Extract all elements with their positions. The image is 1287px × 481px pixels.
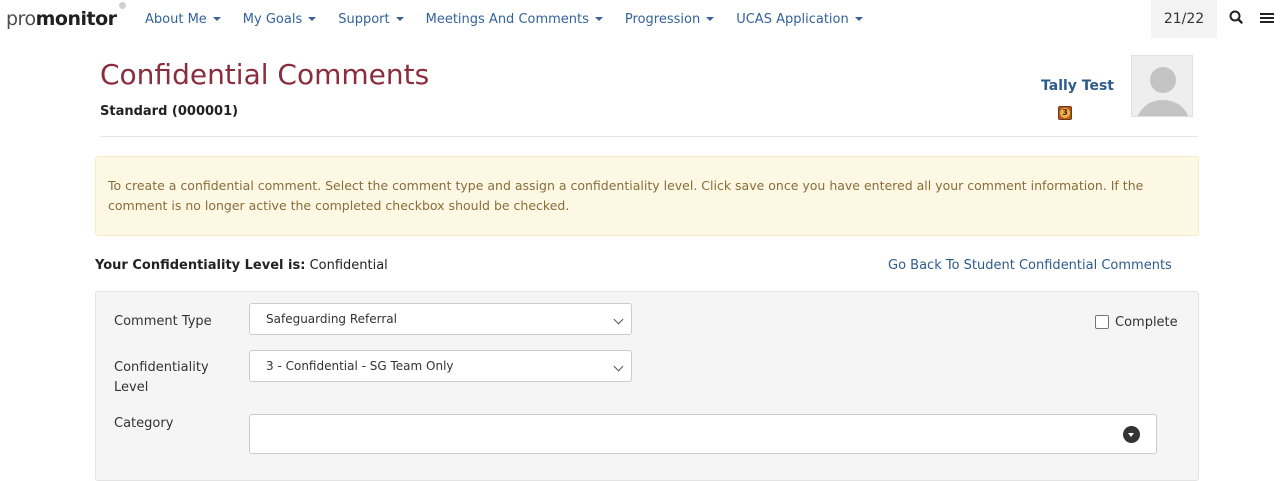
menu-icon[interactable] [1258,8,1278,28]
nav-item-label: My Goals [242,12,303,27]
comment-type-label: Comment Type [114,314,212,329]
comment-type-select[interactable]: Safeguarding Referral [249,303,632,335]
logo-dot-icon [119,2,126,9]
category-multiselect[interactable] [249,414,1157,454]
caret-down-icon [854,16,863,21]
nav-item-about-me[interactable]: About Me [145,11,221,29]
complete-checkbox-label: Complete [1115,315,1178,330]
comment-type-selected-value: Safeguarding Referral [266,312,397,326]
back-to-confidential-comments-link[interactable]: Go Back To Student Confidential Comments [888,258,1172,273]
caret-down-icon [594,16,603,21]
nav-item-label: Progression [624,12,701,27]
dropdown-toggle-icon[interactable] [1123,426,1140,443]
confidentiality-level-select[interactable]: 3 - Confidential - SG Team Only [249,350,632,382]
logo-text-pro: pro [6,8,36,30]
promonitor-logo[interactable]: promonitor [6,2,126,31]
logo-text-monitor: monitor [35,8,117,30]
complete-checkbox-group[interactable]: Complete [1095,314,1178,332]
confidentiality-field-label-line1: Confidentiality [114,360,209,375]
page-title: Confidential Comments [100,58,430,91]
confidentiality-level-selected-value: 3 - Confidential - SG Team Only [266,359,454,373]
user-badge-number: 3 [1060,108,1070,118]
nav-item-label: About Me [145,12,207,27]
header-divider [100,136,1198,137]
caret-down-icon [395,16,404,21]
category-label: Category [114,416,174,431]
nav-item-meetings-and-comments[interactable]: Meetings And Comments [426,11,603,29]
nav-item-support[interactable]: Support [338,11,404,29]
confidentiality-level-value: Confidential [309,258,388,273]
academic-year-selector[interactable]: 21/22 [1151,0,1217,38]
info-alert-text: To create a confidential comment. Select… [108,178,1144,213]
search-icon[interactable] [1227,8,1247,28]
confidentiality-field-label-line2: Level [114,380,149,395]
main-menu: About Me My Goals Support Meetings And C… [145,11,885,29]
nav-item-progression[interactable]: Progression [624,11,715,29]
confidentiality-level-label: Your Confidentiality Level is: [95,258,306,273]
user-name-link[interactable]: Tally Test [1041,78,1114,94]
info-alert: To create a confidential comment. Select… [95,156,1199,236]
nav-item-label: Support [338,12,390,27]
confidentiality-level-field-label: Confidentiality Level [114,358,209,398]
nav-item-label: Meetings And Comments [425,12,589,27]
avatar[interactable] [1131,55,1193,117]
user-silhouette-icon [1137,67,1189,116]
caret-down-icon [212,16,221,21]
nav-item-my-goals[interactable]: My Goals [242,11,317,29]
caret-down-icon [706,16,715,21]
nav-item-ucas-application[interactable]: UCAS Application [736,11,863,29]
user-badge-icon: 3 [1058,106,1072,120]
caret-down-icon [308,16,317,21]
chevron-down-icon [613,314,624,325]
chevron-down-icon [613,361,624,372]
student-subtitle: Standard (000001) [100,104,239,119]
complete-checkbox[interactable] [1095,314,1109,329]
nav-item-label: UCAS Application [736,12,849,27]
confidentiality-level-line: Your Confidentiality Level is: Confident… [95,258,388,273]
top-navbar: promonitor About Me My Goals Support Mee… [0,0,1287,40]
